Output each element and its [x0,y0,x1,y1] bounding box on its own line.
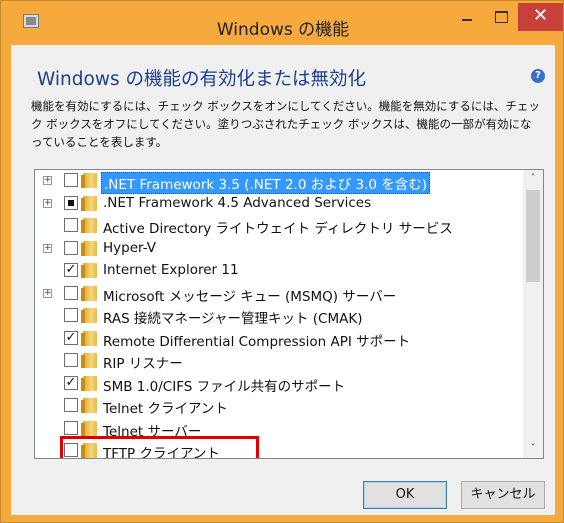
feature-label: Hyper-V [103,239,157,256]
feature-label: Internet Explorer 11 [103,262,239,278]
feature-row[interactable]: Active Directory ライトウェイト ディレクトリ サービス [35,215,523,238]
feature-label: SMB 1.0/CIFS ファイル共有のサポート [103,378,346,395]
feature-checkbox[interactable] [64,173,78,187]
feature-label: RAS 接続マネージャー管理キット (CMAK) [103,311,363,327]
folder-icon [81,285,97,301]
close-icon: ✕ [532,5,549,26]
vertical-scrollbar[interactable]: ˄ ˅ [523,170,543,458]
folder-icon [81,263,97,278]
feature-label: RIP リスナー [103,356,183,372]
folder-icon [81,375,97,391]
feature-checkbox[interactable] [64,398,78,412]
folder-icon [81,195,97,211]
feature-checkbox[interactable]: ✓ [64,375,78,390]
scroll-down-icon[interactable]: ˅ [523,440,543,458]
feature-checkbox[interactable] [64,195,78,210]
title-bar[interactable]: Windows の機能 ✕ [1,1,564,45]
feature-checkbox[interactable] [64,308,78,322]
feature-row[interactable]: ✓ Internet Explorer 11 [35,260,523,283]
feature-row[interactable]: Telnet クライアント [35,395,523,418]
windows-features-dialog: Windows の機能 ✕ Windows の機能の有効化または無効化 ? 機能… [0,0,564,523]
feature-label: Telnet クライアント [103,401,228,417]
feature-checkbox[interactable]: ✓ [64,330,78,345]
folder-icon [81,240,97,256]
scroll-up-icon[interactable]: ˄ [523,170,543,188]
feature-checkbox[interactable] [64,240,78,255]
folder-icon [81,308,97,323]
feature-checkbox[interactable] [64,420,78,435]
feature-row[interactable]: + Microsoft メッセージ キュー (MSMQ) サーバー [35,283,523,306]
maximize-icon [494,11,508,23]
help-icon[interactable]: ? [531,69,545,83]
minimize-icon [462,19,472,21]
feature-checkbox[interactable] [64,353,78,367]
feature-row[interactable]: ✓ Remote Differential Compression API サポー… [35,328,523,351]
feature-row[interactable]: RAS 接続マネージャー管理キット (CMAK) [35,305,523,328]
page-title: Windows の機能の有効化または無効化 [37,69,366,90]
feature-row[interactable]: + Hyper-V [35,238,523,261]
feature-checkbox[interactable]: ✓ [64,263,78,277]
folder-icon [81,330,97,346]
feature-row[interactable]: + .NET Framework 4.5 Advanced Services [35,193,523,216]
minimize-button[interactable] [450,3,484,31]
folder-icon [81,173,97,188]
close-button[interactable]: ✕ [518,3,563,31]
feature-label: Microsoft メッセージ キュー (MSMQ) サーバー [103,288,397,305]
dialog-body: Windows の機能の有効化または無効化 ? 機能を有効にするには、チェック … [11,45,555,515]
feature-label: .NET Framework 3.5 (.NET 2.0 および 3.0 を含む… [101,172,431,194]
folder-icon [81,420,97,436]
description-text: 機能を有効にするには、チェック ボックスをオンにしてください。機能を無効にするに… [31,99,540,149]
expand-icon[interactable]: + [43,243,52,253]
feature-list: + .NET Framework 3.5 (.NET 2.0 および 3.0 を含… [35,170,523,458]
feature-label: Remote Differential Compression API サポート [103,333,411,350]
folder-icon [81,398,97,413]
feature-label: .NET Framework 4.5 Advanced Services [103,194,372,211]
expand-icon[interactable]: + [43,288,52,298]
feature-checkbox[interactable] [64,218,78,232]
feature-row[interactable]: RIP リスナー [35,350,523,373]
ok-button[interactable]: OK [363,481,447,509]
cancel-button[interactable]: キャンセル [461,481,545,509]
feature-checkbox[interactable] [64,285,78,300]
feature-label: Active Directory ライトウェイト ディレクトリ サービス [103,221,453,237]
folder-icon [81,353,97,368]
expand-icon[interactable]: + [43,198,52,208]
feature-row[interactable]: + .NET Framework 3.5 (.NET 2.0 および 3.0 を含… [35,170,523,194]
folder-icon [81,218,97,233]
feature-tree[interactable]: + .NET Framework 3.5 (.NET 2.0 および 3.0 を含… [34,169,544,459]
expand-icon[interactable]: + [43,176,52,185]
maximize-button[interactable] [484,3,518,31]
feature-row[interactable]: ✓ SMB 1.0/CIFS ファイル共有のサポート [35,373,523,396]
scroll-thumb[interactable] [526,190,540,282]
highlight-box [60,436,259,458]
